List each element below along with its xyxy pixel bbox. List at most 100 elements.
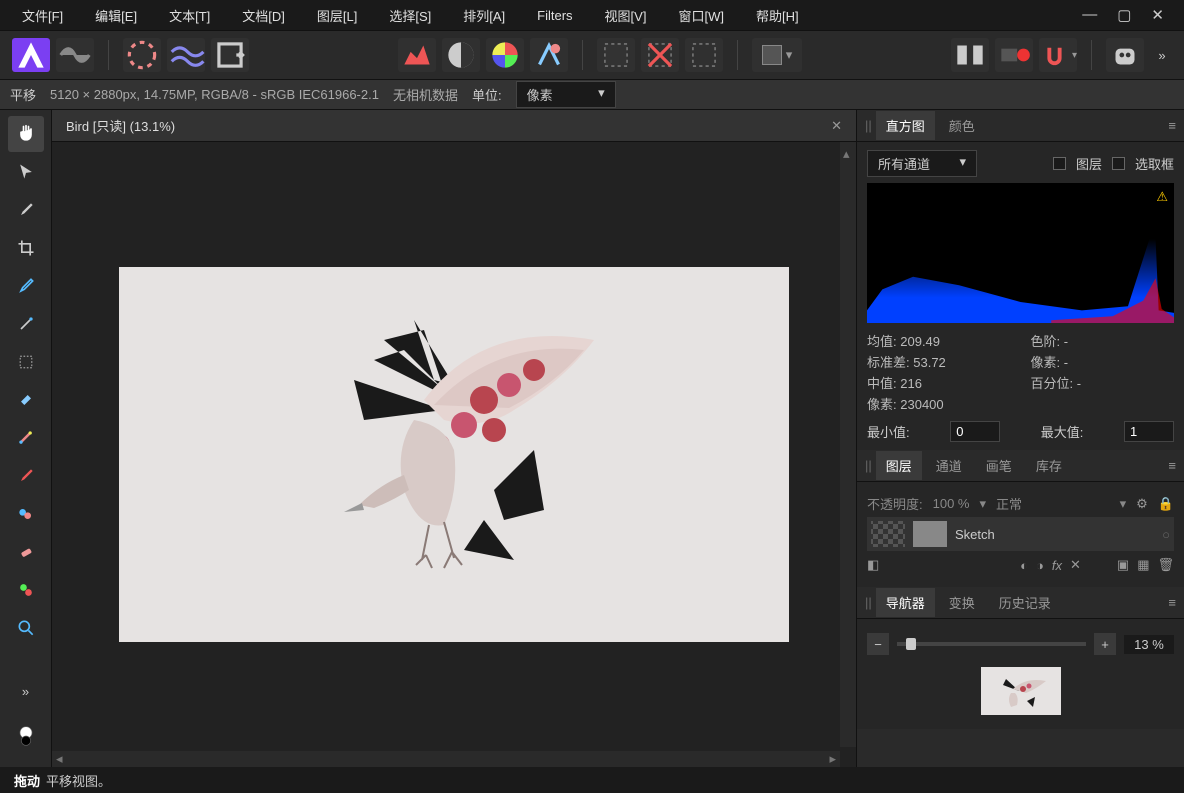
- channel-dropdown[interactable]: 所有通道▾: [867, 150, 977, 177]
- flood-tool-icon[interactable]: [8, 382, 44, 418]
- tab-close-icon[interactable]: ✕: [831, 118, 842, 134]
- delete-layer-icon[interactable]: 🗑: [1157, 557, 1174, 573]
- group-icon[interactable]: ▦: [1137, 557, 1149, 573]
- tab-color[interactable]: 颜色: [939, 111, 985, 140]
- layer-name: Sketch: [955, 527, 995, 542]
- warning-icon: ⚠: [1156, 189, 1168, 205]
- snap-icon[interactable]: ▾: [1039, 38, 1077, 72]
- wand-tool-icon[interactable]: [8, 306, 44, 342]
- selection-none-icon[interactable]: [641, 38, 679, 72]
- fx-icon[interactable]: fx: [1052, 558, 1062, 573]
- menu-document[interactable]: 文档[D]: [228, 2, 299, 29]
- clone-tool-icon[interactable]: [8, 572, 44, 608]
- marquee-tool-icon[interactable]: [8, 344, 44, 380]
- zoom-slider[interactable]: [897, 642, 1086, 646]
- add-layer-icon[interactable]: ▣: [1117, 557, 1129, 573]
- selection-invert-icon[interactable]: [685, 38, 723, 72]
- close-icon[interactable]: ✕: [1151, 6, 1164, 24]
- maximize-icon[interactable]: ▢: [1117, 6, 1131, 24]
- tab-stock[interactable]: 库存: [1026, 451, 1072, 480]
- waves-icon[interactable]: [167, 38, 205, 72]
- histogram-display: ⚠: [867, 183, 1174, 323]
- contrast-icon[interactable]: [442, 38, 480, 72]
- menu-file[interactable]: 文件[F]: [8, 2, 77, 29]
- more-tools-icon[interactable]: »: [8, 673, 44, 709]
- zoom-value[interactable]: 13 %: [1124, 635, 1174, 654]
- stat-std: 53.72: [913, 355, 946, 370]
- tab-history[interactable]: 历史记录: [989, 588, 1061, 617]
- menu-filters[interactable]: Filters: [523, 4, 586, 27]
- layer-checkbox[interactable]: [1053, 157, 1066, 170]
- brush-tool-icon[interactable]: [8, 192, 44, 228]
- move-tool-icon[interactable]: [8, 154, 44, 190]
- minimize-icon[interactable]: —: [1082, 6, 1097, 24]
- scrollbar-vertical[interactable]: ▴: [840, 142, 856, 747]
- tab-histogram[interactable]: 直方图: [876, 111, 935, 140]
- crop-layer-icon[interactable]: ✕: [1070, 557, 1081, 573]
- app-logo-icon[interactable]: [12, 38, 50, 72]
- navigator-preview[interactable]: [981, 667, 1061, 715]
- persona-liquify-icon[interactable]: [56, 38, 94, 72]
- align-icon[interactable]: [951, 38, 989, 72]
- menu-help[interactable]: 帮助[H]: [742, 2, 813, 29]
- doc-spec: 5120 × 2880px, 14.75MP, RGBA/8 - sRGB IE…: [50, 87, 379, 102]
- panel-menu-icon[interactable]: ≡: [1168, 458, 1176, 473]
- menu-text[interactable]: 文本[T]: [155, 2, 224, 29]
- stat-levels: -: [1064, 334, 1068, 349]
- adjustment-icon[interactable]: [123, 38, 161, 72]
- erase-tool-icon[interactable]: [8, 534, 44, 570]
- panel-menu-icon[interactable]: ≡: [1168, 118, 1176, 133]
- tab-transform[interactable]: 变换: [939, 588, 985, 617]
- zoom-in-button[interactable]: +: [1094, 633, 1116, 655]
- tab-navigator[interactable]: 导航器: [876, 588, 935, 617]
- more-icon[interactable]: »: [1152, 38, 1172, 72]
- color-wheel-icon[interactable]: [486, 38, 524, 72]
- unit-dropdown[interactable]: 像素▾: [516, 81, 616, 108]
- blend-mode[interactable]: 正常: [996, 494, 1022, 513]
- document-title: Bird [只读] (13.1%): [66, 116, 175, 135]
- color-swatch-icon[interactable]: [8, 711, 44, 761]
- menu-edit[interactable]: 编辑[E]: [81, 2, 151, 29]
- mixer-tool-icon[interactable]: [8, 496, 44, 532]
- tab-layers[interactable]: 图层: [876, 451, 922, 480]
- max-input[interactable]: [1124, 421, 1174, 442]
- crop-tool-icon[interactable]: [8, 230, 44, 266]
- scrollbar-horizontal[interactable]: ◂▸: [52, 751, 840, 767]
- swatch-icon[interactable]: ▾: [752, 38, 802, 72]
- selection-grid-icon[interactable]: [597, 38, 635, 72]
- selection-checkbox[interactable]: [1112, 157, 1125, 170]
- visibility-icon[interactable]: ○: [1162, 527, 1170, 542]
- min-input[interactable]: [950, 421, 1000, 442]
- zoom-out-button[interactable]: −: [867, 633, 889, 655]
- canvas[interactable]: ▴ ◂▸: [52, 142, 856, 767]
- levels-icon[interactable]: [398, 38, 436, 72]
- record-icon[interactable]: [995, 38, 1033, 72]
- menu-view[interactable]: 视图[V]: [591, 2, 661, 29]
- mask-icon[interactable]: ◧: [867, 557, 879, 573]
- tab-channels[interactable]: 通道: [926, 451, 972, 480]
- gradient-tool-icon[interactable]: [8, 420, 44, 456]
- panel-menu-icon[interactable]: ≡: [1168, 595, 1176, 610]
- tab-brushes[interactable]: 画笔: [976, 451, 1022, 480]
- max-label: 最大值:: [1041, 422, 1084, 441]
- assistant-icon[interactable]: [1106, 38, 1144, 72]
- zoom-tool-icon[interactable]: [8, 610, 44, 646]
- paint-tool-icon[interactable]: [8, 458, 44, 494]
- filter-layer-icon[interactable]: ◑: [1036, 558, 1044, 573]
- toolbox: »: [0, 110, 52, 767]
- hand-tool-icon[interactable]: [8, 116, 44, 152]
- menu-layer[interactable]: 图层[L]: [303, 2, 371, 29]
- picker-tool-icon[interactable]: [8, 268, 44, 304]
- gear-icon[interactable]: ⚙: [1136, 496, 1148, 512]
- document-tab[interactable]: Bird [只读] (13.1%) ✕: [52, 110, 856, 142]
- menu-window[interactable]: 窗口[W]: [664, 2, 738, 29]
- opacity-value[interactable]: 100 %: [933, 496, 970, 511]
- crop-export-icon[interactable]: [211, 38, 249, 72]
- lock-icon[interactable]: 🔒: [1158, 496, 1174, 512]
- autocolor-icon[interactable]: [530, 38, 568, 72]
- menu-arrange[interactable]: 排列[A]: [449, 2, 519, 29]
- camera-data: 无相机数据: [393, 85, 458, 104]
- layer-item[interactable]: Sketch ○: [867, 517, 1174, 551]
- menu-select[interactable]: 选择[S]: [375, 2, 445, 29]
- adjustment-layer-icon[interactable]: ◐: [1020, 558, 1028, 573]
